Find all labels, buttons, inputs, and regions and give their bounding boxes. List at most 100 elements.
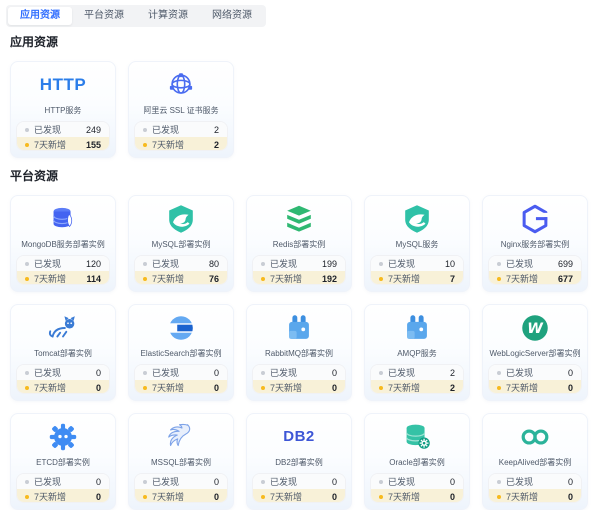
resource-tabs: 应用资源 平台资源 计算资源 网络资源	[6, 5, 266, 27]
resource-card[interactable]: KeepAlived部署实例 已发现 0 7天新增 0	[482, 413, 588, 510]
etcd-icon	[46, 419, 80, 454]
resource-card[interactable]: MSSQL部署实例 已发现 0 7天新增 0	[128, 413, 234, 510]
resource-card[interactable]: Oracle部署实例 已发现 0 7天新增 0	[364, 413, 470, 510]
resource-card[interactable]: ElasticSearch部署实例 已发现 0 7天新增 0	[128, 304, 234, 401]
new7d-value: 0	[331, 382, 337, 393]
resource-card[interactable]: AMQP服务 已发现 2 7天新增 2	[364, 304, 470, 401]
card-stats: 已发现 0 7天新增 0	[370, 473, 464, 503]
card-name: HTTP服务	[44, 106, 82, 116]
resource-card[interactable]: ETCD部署实例 已发现 0 7天新增 0	[10, 413, 116, 510]
card-stats: 已发现 0 7天新增 0	[16, 364, 110, 394]
resource-card[interactable]: W WebLogicServer部署实例 已发现 0 7天新增 0	[482, 304, 588, 401]
new7d-label: 7天新增	[506, 274, 539, 285]
discovered-label: 已发现	[34, 368, 62, 379]
discovered-dot-icon	[25, 127, 29, 132]
discovered-value: 0	[449, 476, 455, 487]
discovered-row: 已发现 0	[253, 474, 345, 490]
resource-card[interactable]: MySQL部署实例 已发现 80 7天新增 76	[128, 195, 234, 292]
resource-card[interactable]: DB2 DB2部署实例 已发现 0 7天新增 0	[246, 413, 352, 510]
new7d-row: 7天新增 192	[253, 271, 345, 285]
card-stats: 已发现 0 7天新增 0	[134, 364, 228, 394]
resource-card[interactable]: 阿里云 SSL 证书服务 已发现 2 7天新增 2	[128, 61, 234, 158]
keepalived-icon	[518, 419, 552, 454]
tomcat-icon	[46, 310, 80, 345]
new7d-value: 0	[331, 491, 337, 502]
new7d-dot-icon	[379, 494, 383, 499]
card-stats: 已发现 249 7天新增 155	[16, 121, 110, 151]
tab-3[interactable]: 计算资源	[136, 7, 200, 25]
discovered-label: 已发现	[270, 477, 298, 488]
section-title: 应用资源	[10, 35, 59, 49]
discovered-dot-icon	[143, 479, 147, 484]
card-name: WebLogicServer部署实例	[489, 349, 581, 359]
new7d-value: 0	[449, 491, 455, 502]
discovered-dot-icon	[379, 479, 383, 484]
discovered-dot-icon	[143, 127, 147, 132]
card-name: Tomcat部署实例	[34, 349, 92, 359]
card-stats: 已发现 120 7天新增 114	[16, 255, 110, 285]
new7d-row: 7天新增 677	[489, 271, 581, 285]
card-grid: HTTP HTTP服务 已发现 249 7天新增 155 阿里云 SSL 证书服…	[10, 61, 600, 158]
sections: 应用资源 HTTP HTTP服务 已发现 249 7天新增 155 阿里云 SS…	[0, 33, 600, 510]
discovered-dot-icon	[143, 261, 147, 266]
discovered-row: 已发现 2	[371, 365, 463, 381]
discovered-value: 120	[85, 258, 101, 269]
resource-card[interactable]: Redis部署实例 已发现 199 7天新增 192	[246, 195, 352, 292]
discovered-row: 已发现 10	[371, 256, 463, 272]
new7d-dot-icon	[379, 276, 383, 281]
new7d-label: 7天新增	[506, 492, 539, 503]
new7d-dot-icon	[261, 385, 265, 390]
discovered-row: 已发现 2	[135, 122, 227, 138]
section-title: 平台资源	[10, 169, 59, 183]
resource-card[interactable]: Tomcat部署实例 已发现 0 7天新增 0	[10, 304, 116, 401]
discovered-value: 199	[321, 258, 337, 269]
db2-logo: DB2	[283, 428, 315, 446]
new7d-row: 7天新增 2	[371, 380, 463, 394]
new7d-value: 155	[85, 139, 101, 150]
card-name: 阿里云 SSL 证书服务	[143, 106, 219, 116]
resource-section: 平台资源 MongoDB服务部署实例 已发现 120 7天新增 114 MySQ…	[0, 167, 600, 510]
discovered-row: 已发现 0	[489, 365, 581, 381]
new7d-label: 7天新增	[152, 492, 185, 503]
new7d-label: 7天新增	[388, 274, 421, 285]
discovered-label: 已发现	[152, 368, 180, 379]
new7d-dot-icon	[25, 276, 29, 281]
discovered-label: 已发现	[506, 259, 534, 270]
discovered-row: 已发现 0	[135, 474, 227, 490]
new7d-value: 677	[557, 273, 573, 284]
new7d-label: 7天新增	[388, 492, 421, 503]
new7d-dot-icon	[261, 494, 265, 499]
new7d-row: 7天新增 0	[17, 489, 109, 503]
card-stats: 已发现 80 7天新增 76	[134, 255, 228, 285]
discovered-row: 已发现 249	[17, 122, 109, 138]
discovered-dot-icon	[497, 261, 501, 266]
resource-card[interactable]: MySQL服务 已发现 10 7天新增 7	[364, 195, 470, 292]
resource-card[interactable]: RabbitMQ部署实例 已发现 0 7天新增 0	[246, 304, 352, 401]
discovered-row: 已发现 0	[17, 474, 109, 490]
resource-section: 应用资源 HTTP HTTP服务 已发现 249 7天新增 155 阿里云 SS…	[0, 33, 600, 158]
discovered-value: 0	[567, 367, 573, 378]
resource-card[interactable]: Nginx服务部署实例 已发现 699 7天新增 677	[482, 195, 588, 292]
resource-card[interactable]: HTTP HTTP服务 已发现 249 7天新增 155	[10, 61, 116, 158]
new7d-label: 7天新增	[388, 383, 421, 394]
tab-4[interactable]: 网络资源	[200, 7, 264, 25]
mysql-icon	[400, 201, 434, 236]
discovered-row: 已发现 80	[135, 256, 227, 272]
discovered-value: 699	[557, 258, 573, 269]
discovered-dot-icon	[143, 370, 147, 375]
discovered-dot-icon	[25, 370, 29, 375]
card-stats: 已发现 2 7天新增 2	[370, 364, 464, 394]
discovered-dot-icon	[261, 261, 265, 266]
discovered-dot-icon	[261, 370, 265, 375]
discovered-label: 已发现	[388, 477, 416, 488]
tab-1[interactable]: 应用资源	[8, 7, 72, 25]
discovered-row: 已发现 0	[371, 474, 463, 490]
discovered-label: 已发现	[34, 125, 62, 136]
new7d-value: 192	[321, 273, 337, 284]
discovered-value: 10	[444, 258, 455, 269]
resource-card[interactable]: MongoDB服务部署实例 已发现 120 7天新增 114	[10, 195, 116, 292]
discovered-label: 已发现	[388, 368, 416, 379]
new7d-label: 7天新增	[152, 140, 185, 151]
tab-2[interactable]: 平台资源	[72, 7, 136, 25]
mssql-icon	[164, 419, 198, 454]
